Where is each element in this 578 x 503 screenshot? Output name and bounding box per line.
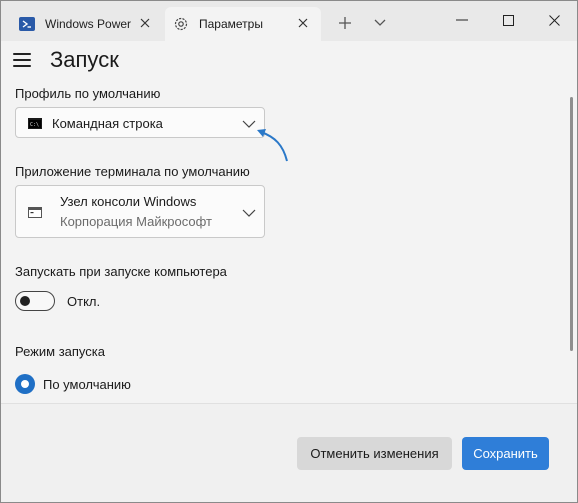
maximize-icon [502,14,514,26]
default-profile-label: Профиль по умолчанию [15,86,161,101]
powershell-icon [19,16,35,32]
launch-mode-label: Режим запуска [15,344,105,359]
console-host-icon [28,207,42,218]
minimize-button[interactable] [439,1,485,39]
minimize-icon [456,19,468,21]
chevron-down-icon [374,19,386,26]
save-button[interactable]: Сохранить [462,437,549,470]
launch-mode-default-label: По умолчанию [43,377,131,392]
default-profile-dropdown[interactable]: C:\ Командная строка [15,107,265,138]
default-terminal-publisher: Корпорация Майкрософт [60,214,212,229]
tab-label: Параметры [199,17,263,31]
default-profile-value: Командная строка [52,116,163,131]
chevron-down-icon [242,209,256,217]
default-terminal-label: Приложение терминала по умолчанию [15,164,250,179]
tab-settings[interactable]: Параметры [165,7,321,41]
discard-changes-button[interactable]: Отменить изменения [297,437,452,470]
close-icon [548,14,560,26]
title-bar: Windows Power Параметры [1,1,577,41]
maximize-button[interactable] [485,1,531,39]
close-icon[interactable] [139,17,151,29]
close-window-button[interactable] [531,1,577,39]
close-icon[interactable] [297,17,309,29]
page-title: Запуск [50,47,119,72]
gear-icon [173,16,189,32]
tab-label: Windows Power [45,17,132,31]
annotation-arrow-icon [257,129,288,162]
tab-windows-powershell[interactable]: Windows Power [11,7,163,41]
menu-icon[interactable] [13,53,31,67]
tab-dropdown-button[interactable] [370,13,390,33]
new-tab-button[interactable] [335,13,355,33]
default-terminal-dropdown[interactable]: Узел консоли Windows Корпорация Майкросо… [15,185,265,238]
toggle-knob [20,296,30,306]
launch-on-startup-label: Запускать при запуске компьютера [15,264,227,279]
terminal-settings-window: Windows Power Параметры Запуск Профиль п… [0,0,578,503]
command-prompt-icon: C:\ [28,118,42,129]
svg-text:C:\: C:\ [30,122,39,128]
plus-icon [339,17,351,29]
radio-dot [21,380,29,388]
default-terminal-value: Узел консоли Windows [60,194,197,209]
launch-on-startup-toggle[interactable] [15,291,55,311]
toggle-state-text: Откл. [67,294,101,309]
scrollbar[interactable] [570,97,573,351]
launch-mode-default-radio[interactable] [15,374,35,394]
